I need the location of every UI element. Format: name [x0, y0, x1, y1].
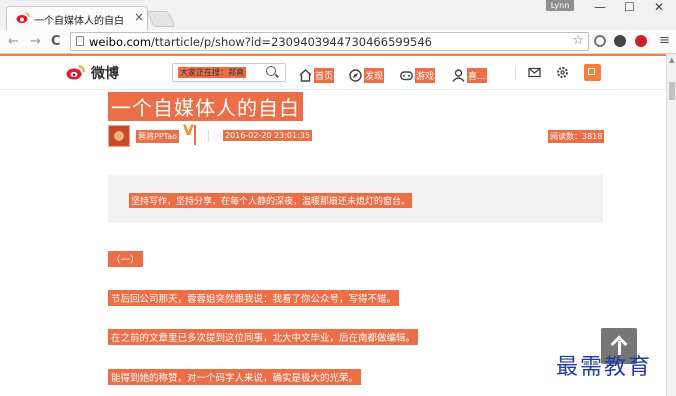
read-count: 阅读数：3818 [548, 130, 605, 143]
verified-badge-icon: V [183, 123, 194, 139]
scrollbar-thumb[interactable] [669, 82, 675, 100]
profile-button[interactable]: Lynn [546, 0, 574, 11]
meta-divider [208, 130, 209, 142]
search-placeholder: 大家正在搜：郑爽 [178, 67, 246, 78]
tab-close-icon[interactable]: × [134, 10, 144, 24]
paragraph: 节后回公司那天，蓉蓉姐突然跟我说：我看了你公众号，写得不错。 [108, 290, 400, 306]
nav-home[interactable]: 首页 [299, 65, 335, 83]
page-icon [76, 36, 84, 46]
address-bar[interactable]: weibo.com/ttarticle/p/show?id=2309403944… [70, 32, 589, 51]
paragraph: 能得到她的称赞，对一个码字人来说，确实是极大的光荣。 [108, 369, 362, 385]
extension-evernote-icon[interactable] [614, 35, 626, 47]
nav-discover-label: 发现 [364, 68, 385, 83]
paragraph-heading: （一） [108, 251, 143, 267]
home-icon [299, 69, 312, 82]
nav-game[interactable]: 游戏 [400, 65, 436, 83]
web-page: 微博 大家正在搜：郑爽 首页 发现 游戏 喜... 一个自媒体人的自白 蓉将PP… [0, 54, 666, 396]
author-avatar[interactable] [108, 125, 130, 147]
weibo-search-input[interactable]: 大家正在搜：郑爽 [172, 63, 286, 82]
weibo-favicon-icon [16, 12, 30, 23]
tab-strip: 一个自媒体人的自白 × Lynn — ☐ ✕ [0, 0, 676, 30]
browser-menu-icon[interactable]: ≡ [659, 33, 670, 48]
tab-title: 一个自媒体人的自白 [34, 16, 124, 27]
browser-toolbar: ← → C weibo.com/ttarticle/p/show?id=2309… [0, 30, 676, 54]
author-name[interactable]: 蓉将PPTao [136, 130, 180, 143]
article-title: 一个自媒体人的自白 [108, 92, 303, 121]
watermark-text: 最需教育 [556, 355, 653, 380]
window-close-icon[interactable]: ✕ [654, 0, 664, 14]
extension-pinterest-icon[interactable] [635, 35, 647, 47]
user-icon [452, 69, 465, 82]
game-icon [400, 71, 413, 81]
discover-icon [349, 69, 362, 82]
new-tab-button[interactable] [146, 11, 176, 27]
page-scrollbar[interactable]: ▲ [666, 54, 676, 396]
settings-icon[interactable] [556, 66, 569, 79]
scroll-up-icon[interactable]: ▲ [669, 56, 674, 64]
nav-user-label: 喜... [467, 68, 487, 83]
verified-bar [194, 125, 196, 145]
bookmark-star-icon[interactable]: ☆ [572, 33, 584, 48]
url-path: /ttarticle/p/show?id=2309403944730466599… [151, 35, 432, 49]
search-icon[interactable] [266, 66, 276, 76]
browser-tab[interactable]: 一个自媒体人的自白 × [6, 6, 148, 30]
url-host: weibo.com [89, 35, 152, 49]
back-icon[interactable]: ← [8, 34, 19, 49]
mail-icon[interactable] [528, 66, 541, 79]
maximize-icon[interactable]: ☐ [624, 0, 635, 14]
forward-icon[interactable]: → [30, 34, 41, 49]
nav-user[interactable]: 喜... [452, 65, 487, 83]
publish-date: 2016-02-20 23:01:35 [223, 130, 312, 141]
nav-divider [515, 66, 516, 80]
nav-home-label: 首页 [314, 68, 335, 83]
weibo-logo-icon[interactable] [66, 64, 86, 80]
nav-game-label: 游戏 [415, 68, 436, 83]
minimize-icon[interactable]: — [594, 0, 606, 14]
nav-discover[interactable]: 发现 [349, 65, 385, 83]
reload-icon[interactable]: C [51, 34, 61, 49]
article-summary: 坚持写作，坚持分享，在每个人静的深夜，温暖那扇还未熄灯的窗台。 [108, 175, 603, 223]
url-text[interactable]: weibo.com/ttarticle/p/show?id=2309403944… [89, 35, 432, 49]
paragraph: 在之前的文章里已多次提到这位同事，北大中文毕业，后在南都做编辑。 [108, 329, 419, 345]
summary-text: 坚持写作，坚持分享，在每个人静的深夜，温暖那扇还未熄灯的窗台。 [129, 193, 413, 208]
weibo-header: 微博 大家正在搜：郑爽 首页 发现 游戏 喜... [0, 56, 666, 90]
weibo-logo-text[interactable]: 微博 [91, 63, 119, 83]
extension-ring-icon[interactable] [594, 35, 606, 47]
compose-icon[interactable] [584, 64, 601, 81]
